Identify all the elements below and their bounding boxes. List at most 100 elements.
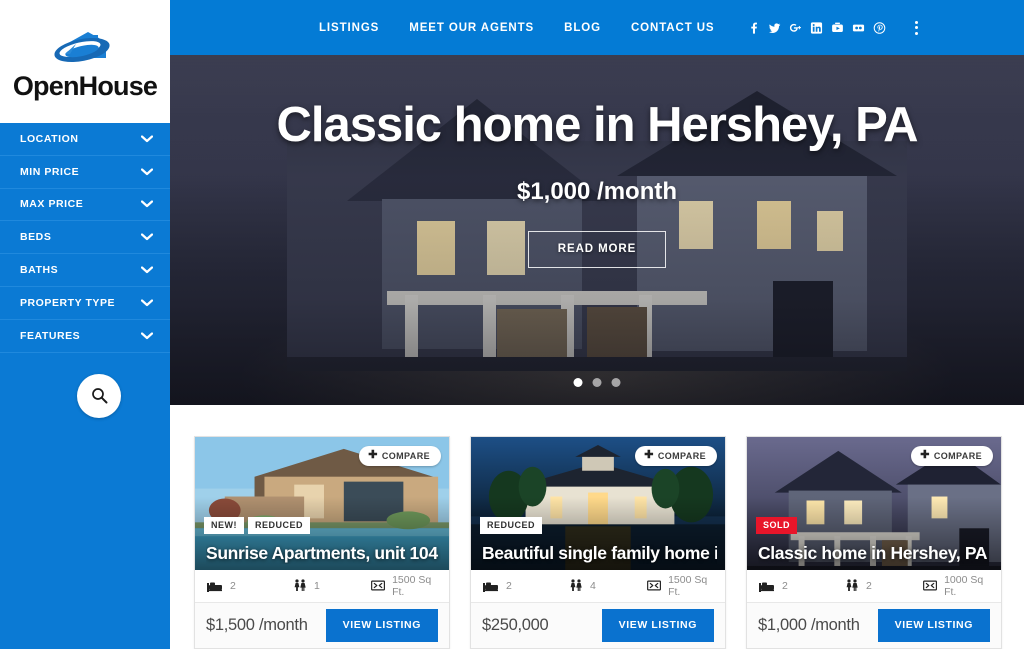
filter-label: LOCATION: [20, 132, 79, 145]
google-plus-icon[interactable]: [789, 21, 802, 35]
listing-specs: 2 4 1500 Sq Ft.: [471, 570, 725, 604]
chevron-down-icon: [141, 299, 153, 307]
top-header: LISTINGS MEET OUR AGENTS BLOG CONTACT US: [170, 0, 1024, 55]
carousel-dot-3[interactable]: [611, 378, 621, 387]
listing-photo: ✚ COMPARE REDUCED Beautiful single famil…: [471, 437, 725, 570]
kebab-dot: [914, 31, 918, 35]
listing-price: $250,000: [482, 616, 549, 635]
status-badge: REDUCED: [248, 516, 311, 534]
bed-icon: [207, 582, 222, 592]
carousel-dot-2[interactable]: [592, 378, 602, 387]
bath-icon: [570, 579, 582, 592]
sidebar: OpenHouse LOCATION MIN PRICE MAX PRICE B…: [0, 0, 170, 649]
spec-area: 1000 Sq Ft.: [923, 574, 989, 598]
plus-icon: ✚: [920, 449, 930, 461]
spec-area-value: 1000 Sq Ft.: [944, 573, 984, 598]
hero-title: Classic home in Hershey, PA: [276, 98, 918, 152]
listing-card[interactable]: ✚ COMPARE NEW! REDUCED Sunrise Apartment…: [194, 436, 450, 649]
listing-specs: 2 1 1500 Sq Ft.: [195, 570, 449, 604]
compare-button[interactable]: ✚ COMPARE: [635, 446, 717, 466]
sidebar-filter-min-price[interactable]: MIN PRICE: [0, 156, 170, 189]
listing-specs: 2 2 1000 Sq Ft.: [747, 570, 1001, 604]
chevron-down-icon: [141, 332, 153, 340]
listing-photo: ✚ COMPARE NEW! REDUCED Sunrise Apartment…: [195, 437, 449, 570]
compare-label: COMPARE: [657, 450, 706, 461]
nav-item-contact-us[interactable]: CONTACT US: [631, 22, 715, 34]
search-icon: [91, 388, 107, 404]
listing-price: $1,500 /month: [206, 616, 308, 635]
carousel-dot-1[interactable]: [573, 378, 583, 387]
sidebar-filter-property-type[interactable]: PROPERTY TYPE: [0, 287, 170, 320]
sidebar-filter-beds[interactable]: BEDS: [0, 221, 170, 255]
listing-footer: $250,000 VIEW LISTING: [471, 603, 725, 648]
area-icon: [647, 580, 661, 591]
brand-logo[interactable]: OpenHouse: [0, 0, 170, 123]
twitter-icon[interactable]: [768, 21, 781, 35]
chevron-down-icon: [141, 233, 153, 241]
sidebar-filter-max-price[interactable]: MAX PRICE: [0, 189, 170, 222]
flickr-icon[interactable]: [852, 21, 865, 35]
bed-icon: [759, 582, 774, 592]
chevron-down-icon: [141, 135, 153, 143]
filter-label: MAX PRICE: [20, 198, 84, 211]
linkedin-icon[interactable]: [810, 21, 823, 35]
sidebar-filter-baths[interactable]: BATHS: [0, 254, 170, 287]
filter-label: MIN PRICE: [20, 165, 80, 178]
plus-icon: ✚: [644, 449, 654, 461]
listing-title: Beautiful single family home in NY: [482, 544, 717, 564]
bed-icon: [483, 582, 498, 592]
listing-card[interactable]: ✚ COMPARE SOLD Classic home in Hershey, …: [746, 436, 1002, 649]
read-more-button[interactable]: READ MORE: [527, 231, 667, 268]
carousel-dots: [573, 378, 621, 387]
compare-label: COMPARE: [933, 450, 982, 461]
listing-footer: $1,500 /month VIEW LISTING: [195, 603, 449, 648]
listing-badges: SOLD: [756, 516, 798, 534]
filter-label: BATHS: [20, 264, 59, 277]
bath-icon: [846, 579, 858, 592]
area-icon: [371, 580, 385, 591]
nav-item-meet-our-agents[interactable]: MEET OUR AGENTS: [409, 22, 534, 34]
youtube-icon[interactable]: [831, 21, 844, 35]
sidebar-filter-location[interactable]: LOCATION: [0, 123, 170, 156]
spec-beds-value: 2: [230, 579, 236, 592]
spec-area-value: 1500 Sq Ft.: [668, 573, 708, 598]
spec-area: 1500 Sq Ft.: [371, 574, 437, 598]
listing-photo: ✚ COMPARE SOLD Classic home in Hershey, …: [747, 437, 1001, 570]
filter-list: LOCATION MIN PRICE MAX PRICE BEDS BATHS …: [0, 123, 170, 353]
nav-item-blog[interactable]: BLOG: [564, 22, 601, 34]
hero-price: $1,000 /month: [516, 178, 678, 205]
nav-item-listings[interactable]: LISTINGS: [319, 22, 379, 34]
spec-baths-value: 4: [590, 579, 596, 592]
spec-baths-value: 1: [314, 579, 320, 592]
kebab-dot: [914, 26, 918, 29]
listing-price: $1,000 /month: [758, 616, 860, 635]
main-nav: LISTINGS MEET OUR AGENTS BLOG CONTACT US: [319, 22, 714, 34]
spec-area-value: 1500 Sq Ft.: [392, 573, 432, 598]
spec-beds: 2: [759, 580, 845, 592]
view-listing-button[interactable]: VIEW LISTING: [877, 609, 990, 643]
bath-icon: [294, 579, 306, 592]
filter-label: FEATURES: [20, 329, 81, 342]
pinterest-icon[interactable]: [873, 21, 886, 35]
spec-beds-value: 2: [782, 579, 788, 592]
status-badge: SOLD: [756, 516, 798, 534]
overflow-menu-button[interactable]: [908, 19, 924, 37]
search-button[interactable]: [77, 373, 121, 418]
plus-icon: ✚: [368, 449, 378, 461]
compare-button[interactable]: ✚ COMPARE: [911, 446, 993, 466]
listing-footer: $1,000 /month VIEW LISTING: [747, 603, 1001, 648]
spec-baths-value: 2: [866, 579, 872, 592]
spec-beds-value: 2: [506, 579, 512, 592]
listing-card[interactable]: ✚ COMPARE REDUCED Beautiful single famil…: [470, 436, 726, 649]
sidebar-filter-features[interactable]: FEATURES: [0, 320, 170, 353]
view-listing-button[interactable]: VIEW LISTING: [325, 609, 438, 643]
area-icon: [923, 580, 937, 591]
facebook-icon[interactable]: [747, 21, 760, 35]
filter-label: PROPERTY TYPE: [20, 296, 116, 309]
listing-title: Classic home in Hershey, PA: [758, 544, 988, 564]
view-listing-button[interactable]: VIEW LISTING: [601, 609, 714, 643]
page-root: OpenHouse LOCATION MIN PRICE MAX PRICE B…: [0, 0, 1024, 649]
compare-button[interactable]: ✚ COMPARE: [359, 446, 441, 466]
kebab-dot: [914, 20, 918, 24]
chevron-down-icon: [141, 200, 153, 208]
